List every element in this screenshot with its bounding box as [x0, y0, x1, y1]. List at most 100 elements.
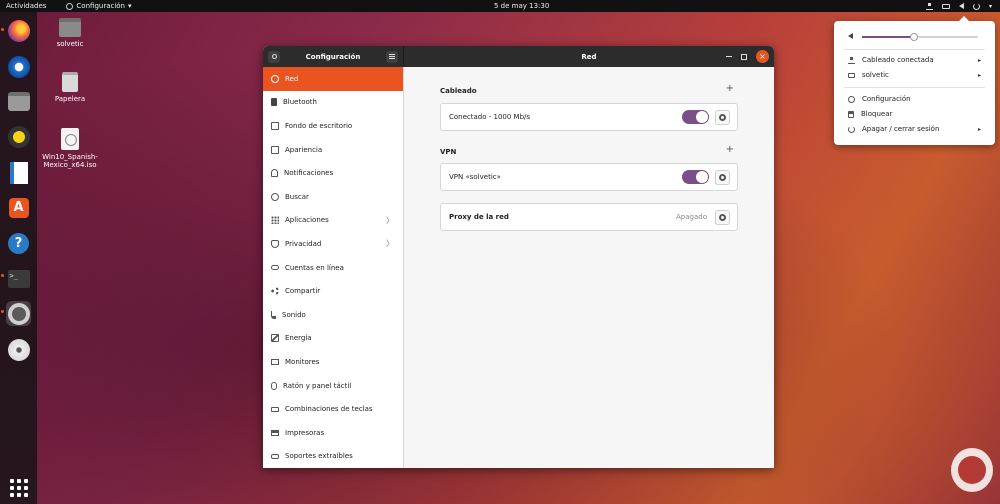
watermark-mark: [958, 456, 986, 484]
settings-window: Configuración Red × Red Bluetooth Fondo …: [263, 46, 774, 468]
menu-separator: [844, 49, 985, 50]
sidebar-item-power[interactable]: Energía: [263, 327, 403, 351]
app-menu[interactable]: Configuración ▾: [66, 2, 132, 10]
sidebar-item-label: Soportes extraíbles: [285, 452, 353, 461]
vpn-settings-button[interactable]: [715, 169, 730, 185]
menu-button[interactable]: [385, 50, 398, 63]
search-icon: [271, 192, 279, 201]
system-tray[interactable]: ▾: [925, 2, 992, 10]
sharing-icon: [271, 287, 279, 296]
menu-item-label: Cableado conectada: [862, 56, 934, 64]
vpn-toggle[interactable]: [682, 170, 709, 184]
bluetooth-icon: [271, 98, 277, 107]
sidebar-item-applications[interactable]: Aplicaciones 〉: [263, 209, 403, 233]
system-menu: Cableado conectada ▸ solvetic ▸ Configur…: [834, 16, 995, 145]
volume-slider-handle[interactable]: [910, 33, 919, 41]
mouse-icon: [271, 381, 277, 390]
sidebar-item-printers[interactable]: Impresoras: [263, 421, 403, 445]
sidebar-item-keyboard[interactable]: Combinaciones de teclas: [263, 397, 403, 421]
chevron-right-icon: ▸: [977, 71, 981, 79]
sidebar-item-privacy[interactable]: Privacidad 〉: [263, 232, 403, 256]
add-wired-button[interactable]: +: [726, 83, 734, 94]
firefox-icon: [7, 19, 30, 42]
volume-slider-fill: [862, 36, 915, 38]
gear-icon: [719, 213, 726, 221]
sidebar-item-label: Energía: [285, 334, 312, 343]
add-vpn-button[interactable]: +: [726, 144, 734, 155]
writer-icon: [9, 161, 28, 184]
lock-icon: [848, 110, 854, 118]
network-panel: Cableado + Conectado - 1000 Mb/s VPN + V…: [404, 67, 774, 468]
notifications-icon: [271, 169, 278, 178]
menu-item-vpn[interactable]: solvetic ▸: [848, 69, 981, 81]
desktop-icon-iso[interactable]: Win10_Spanish-Mexico_x64.iso: [35, 128, 105, 169]
dock-thunderbird[interactable]: [6, 54, 31, 79]
sidebar-item-search[interactable]: Buscar: [263, 185, 403, 209]
sidebar-item-background[interactable]: Fondo de escritorio: [263, 114, 403, 138]
sidebar-item-label: Ratón y panel táctil: [283, 381, 352, 390]
sidebar-item-red[interactable]: Red: [263, 67, 403, 91]
sidebar-item-removable-media[interactable]: Soportes extraíbles: [263, 445, 403, 469]
settings-sidebar: Red Bluetooth Fondo de escritorio Aparie…: [263, 67, 404, 468]
rhythmbox-icon: [7, 125, 30, 148]
sound-icon: [271, 310, 276, 319]
gear-icon: [719, 113, 726, 121]
dock-files[interactable]: [6, 89, 31, 114]
search-button[interactable]: [268, 50, 280, 63]
appearance-icon: [271, 145, 279, 154]
menu-item-label: solvetic: [862, 71, 889, 79]
window-controls: ×: [726, 50, 769, 63]
sidebar-item-label: Impresoras: [285, 428, 325, 437]
power-icon: [271, 334, 279, 343]
sidebar-item-sound[interactable]: Sonido: [263, 303, 403, 327]
dock-writer[interactable]: [6, 160, 31, 185]
volume-slider[interactable]: [862, 33, 978, 41]
menu-item-settings[interactable]: Configuración: [848, 93, 981, 105]
menu-item-label: Bloquear: [861, 110, 893, 118]
dock-terminal[interactable]: >_: [6, 266, 31, 291]
vpn-connection-row: VPN «solvetic»: [440, 163, 738, 191]
sidebar-item-notifications[interactable]: Notificaciones: [263, 161, 403, 185]
removable-media-icon: [271, 453, 279, 459]
show-apps-button[interactable]: [6, 475, 31, 500]
chevron-right-icon: ▸: [977, 56, 981, 64]
sidebar-item-appearance[interactable]: Apariencia: [263, 138, 403, 162]
dock-rhythmbox[interactable]: [6, 124, 31, 149]
wired-toggle[interactable]: [682, 110, 709, 124]
proxy-row[interactable]: Proxy de la red Apagado: [440, 203, 738, 231]
clock[interactable]: 5 de may 13:30: [494, 2, 549, 10]
minimize-icon[interactable]: [726, 56, 732, 57]
sidebar-item-mouse[interactable]: Ratón y panel táctil: [263, 374, 403, 398]
dock-settings[interactable]: [6, 301, 31, 326]
dock-help[interactable]: ?: [6, 231, 31, 256]
menu-item-power[interactable]: Apagar / cerrar sesión ▸: [848, 123, 981, 135]
sidebar-header: Configuración: [263, 46, 404, 67]
menu-item-wired[interactable]: Cableado conectada ▸: [848, 54, 981, 66]
dock-firefox[interactable]: [6, 18, 31, 43]
sidebar-item-bluetooth[interactable]: Bluetooth: [263, 91, 403, 115]
dock-software[interactable]: A: [6, 195, 31, 220]
sidebar-item-sharing[interactable]: Compartir: [263, 279, 403, 303]
wired-settings-button[interactable]: [715, 109, 730, 125]
proxy-settings-button[interactable]: [715, 209, 730, 225]
printer-icon: [271, 429, 279, 436]
desktop-icon-home[interactable]: solvetic: [35, 18, 105, 48]
sidebar-item-displays[interactable]: Monitores: [263, 350, 403, 374]
disc-image-icon: [61, 128, 79, 150]
gear-icon: [848, 95, 855, 103]
desktop-icon-trash[interactable]: Papelera: [35, 72, 105, 103]
desktop-icon-label: Win10_Spanish-Mexico_x64.iso: [42, 153, 98, 169]
sidebar-item-online-accounts[interactable]: Cuentas en línea: [263, 256, 403, 280]
keyboard-icon: [271, 406, 279, 412]
dock-dvd[interactable]: [6, 337, 31, 362]
watermark-logo: [951, 448, 993, 492]
close-icon[interactable]: ×: [756, 50, 769, 63]
sidebar-item-label: Privacidad: [285, 239, 322, 248]
app-menu-label: Configuración: [76, 2, 125, 10]
menu-item-lock[interactable]: Bloquear: [848, 108, 981, 120]
activities-button[interactable]: Actividades: [0, 2, 52, 10]
desktop-icon-label: solvetic: [56, 40, 84, 48]
chevron-down-icon: ▾: [988, 2, 992, 10]
maximize-icon[interactable]: [741, 53, 747, 60]
power-icon: [972, 2, 980, 10]
